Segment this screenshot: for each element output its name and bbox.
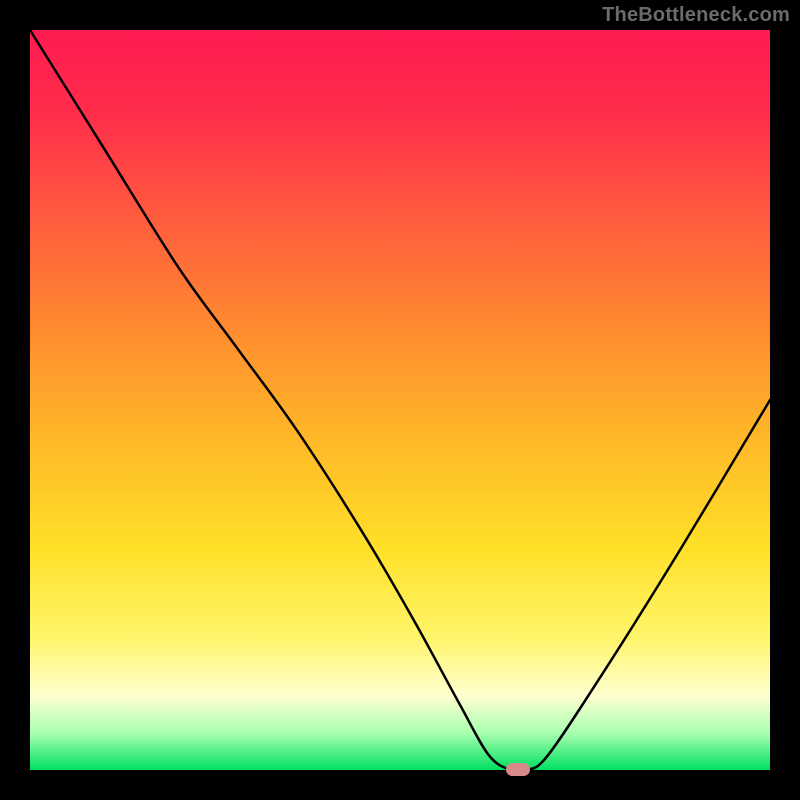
bottleneck-curve <box>30 30 770 770</box>
chart-frame: TheBottleneck.com <box>0 0 800 800</box>
optimal-marker <box>506 763 530 776</box>
watermark-label: TheBottleneck.com <box>602 4 790 27</box>
plot-area <box>30 30 770 770</box>
